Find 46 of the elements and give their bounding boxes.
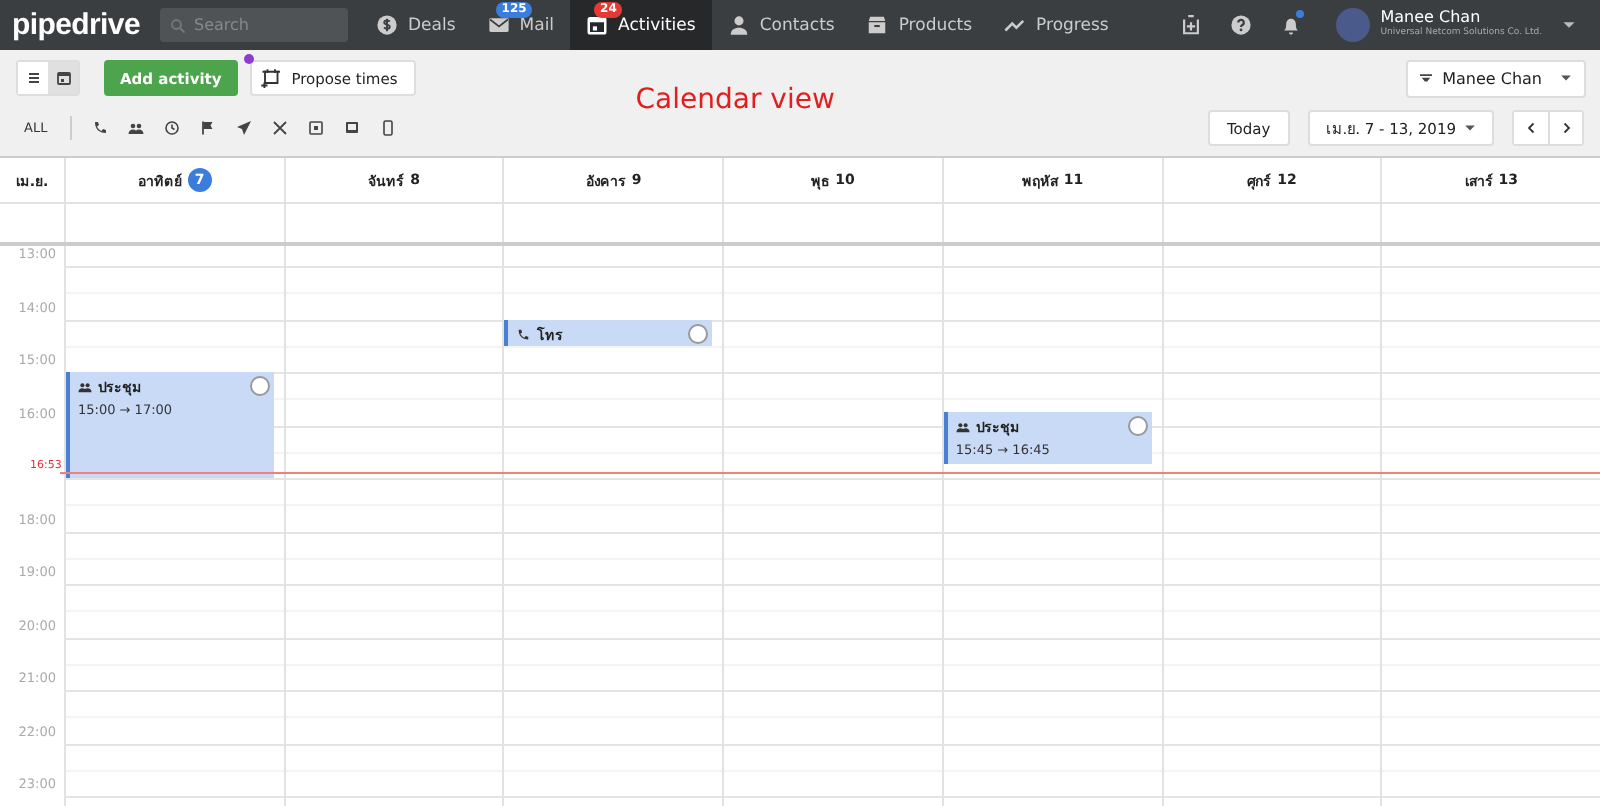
caret-icon — [1464, 124, 1476, 132]
envelope-icon — [487, 14, 510, 36]
phone-icon — [516, 327, 531, 341]
done-checkbox[interactable] — [688, 323, 709, 343]
list-view-button[interactable] — [18, 62, 48, 94]
chevron-right-icon — [1560, 122, 1572, 134]
filter-dropdown[interactable]: Manee Chan — [1406, 59, 1586, 97]
search-icon — [170, 17, 186, 33]
people-icon — [127, 120, 144, 136]
calendar-view-button[interactable] — [48, 62, 78, 94]
add-icon[interactable] — [1180, 14, 1203, 36]
nav-tab[interactable]: Products — [850, 0, 989, 50]
chevron-left-icon — [1525, 122, 1537, 134]
logo[interactable]: pipedrive — [0, 8, 160, 42]
mobile-phone-icon — [379, 120, 396, 136]
list-icon — [25, 70, 41, 86]
bell-icon[interactable] — [1280, 14, 1303, 36]
calendar-icon — [55, 70, 71, 86]
nav-tab[interactable]: Progress — [988, 0, 1125, 50]
person-icon — [727, 14, 750, 36]
user-name[interactable]: Manee Chan — [1380, 10, 1542, 27]
help-icon[interactable] — [1230, 14, 1253, 36]
filter-icon — [1420, 73, 1433, 83]
people-icon — [78, 380, 92, 394]
phone-icon — [91, 120, 108, 136]
previous-button[interactable] — [1514, 112, 1548, 144]
flag-icon — [199, 120, 216, 136]
nav-tab[interactable]: Contacts — [711, 0, 851, 50]
people-icon — [955, 419, 970, 434]
paper-plane-icon — [235, 120, 252, 136]
done-checkbox[interactable] — [249, 376, 270, 396]
annotation-text: Calendar view — [635, 84, 835, 116]
clock-icon — [163, 120, 180, 136]
next-button[interactable] — [1548, 112, 1582, 144]
done-checkbox[interactable] — [1127, 415, 1148, 436]
search-field[interactable]: Search — [160, 8, 348, 42]
square-icon — [307, 120, 324, 136]
nav-tab[interactable]: Deals — [360, 0, 472, 50]
calendar-plus-icon — [259, 68, 280, 88]
calendar-icon — [586, 14, 609, 36]
dollar-icon — [376, 14, 398, 36]
box-icon — [866, 14, 889, 36]
screen-icon — [343, 120, 360, 136]
trend-icon — [1004, 14, 1027, 36]
caret-icon — [1560, 74, 1572, 82]
caret-icon[interactable] — [1562, 20, 1576, 30]
